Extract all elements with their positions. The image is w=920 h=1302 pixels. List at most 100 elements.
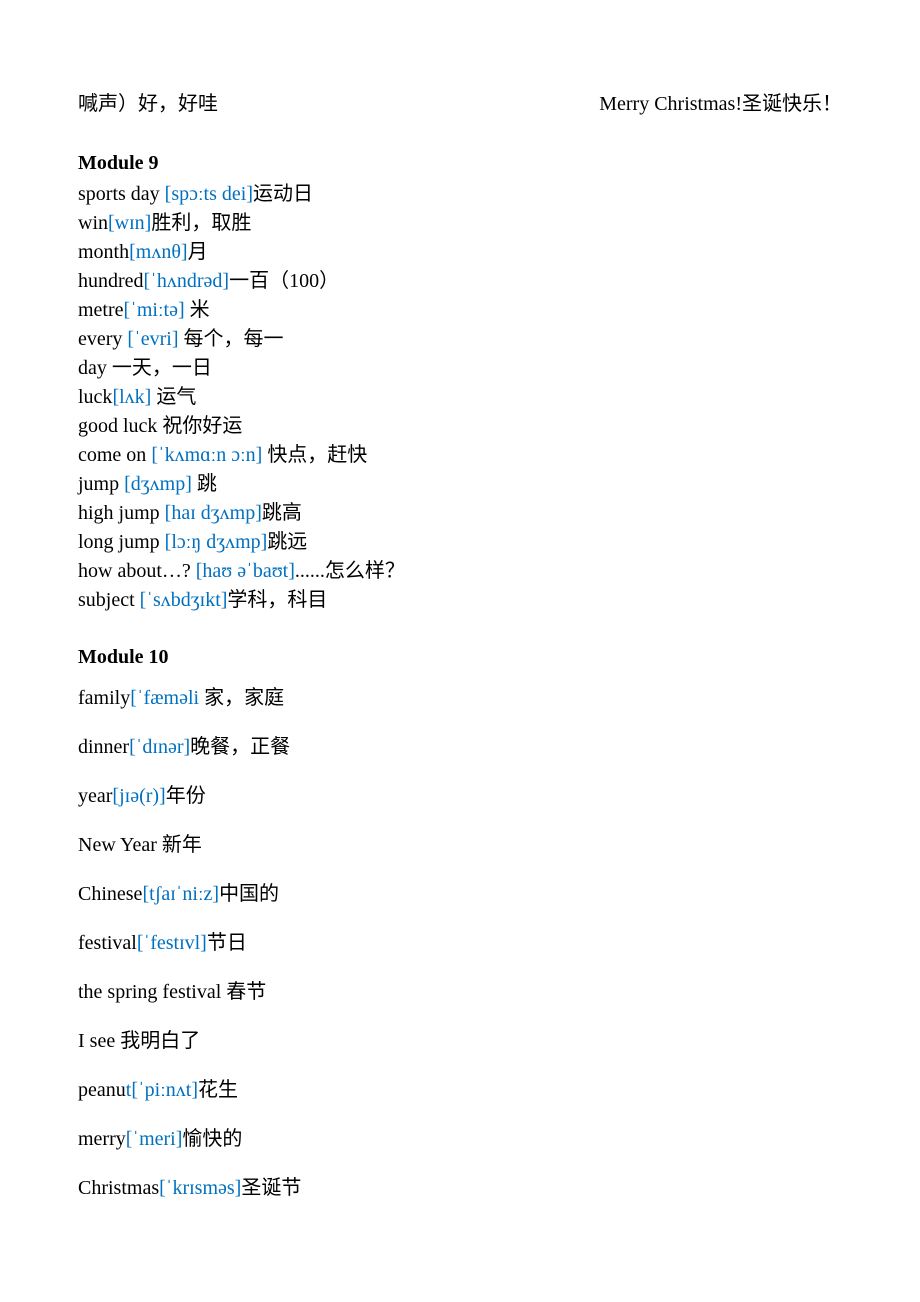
top-right-text: Merry Christmas!圣诞快乐！ <box>599 90 842 119</box>
word: come on <box>78 444 151 466</box>
phonetic: [ˈsʌbdʒɪkt] <box>140 589 228 611</box>
word: family <box>78 687 130 709</box>
phonetic: [ˈkrɪsməs] <box>159 1177 241 1199</box>
vocab-entry: jump [dʒʌmp] 跳 <box>78 470 842 499</box>
word: I see 我明白了 <box>78 1030 200 1052</box>
vocab-entry: luck[lʌk] 运气 <box>78 383 842 412</box>
definition: ......怎么样？ <box>295 560 405 582</box>
vocab-entry: Chinese[tʃaɪˈniːz]中国的 <box>78 880 842 909</box>
phonetic: [haɪ dʒʌmp] <box>165 502 262 524</box>
vocab-entry: family[ˈfæməli 家，家庭 <box>78 684 842 713</box>
word: month <box>78 241 129 263</box>
definition: 年份 <box>166 785 206 807</box>
vocab-entry: hundred[ˈhʌndrəd]一百（100） <box>78 267 842 296</box>
vocab-entry: merry[ˈmeri]愉快的 <box>78 1125 842 1154</box>
word: sports day <box>78 183 165 205</box>
word: how about…? <box>78 560 196 582</box>
vocab-entry: I see 我明白了 <box>78 1027 842 1056</box>
definition: 愉快的 <box>182 1128 242 1150</box>
definition: 月 <box>188 241 208 263</box>
vocab-entry: festival[ˈfestɪvl]节日 <box>78 929 842 958</box>
word: every <box>78 328 127 350</box>
definition: 花生 <box>198 1079 238 1101</box>
phonetic: [jɪə(r)] <box>112 785 165 807</box>
word: day 一天，一日 <box>78 357 212 379</box>
word: the spring festival 春节 <box>78 981 266 1003</box>
vocab-entry: win[wɪn]胜利，取胜 <box>78 209 842 238</box>
vocab-entry: year[jɪə(r)]年份 <box>78 782 842 811</box>
phonetic: [haʊ əˈbaʊt] <box>196 560 295 582</box>
phonetic: [wɪn] <box>108 212 151 234</box>
vocab-entry: New Year 新年 <box>78 831 842 860</box>
definition: 跳高 <box>262 502 302 524</box>
definition: 一百（100） <box>229 270 339 292</box>
definition: 中国的 <box>219 883 279 905</box>
definition: 运气 <box>151 386 196 408</box>
definition: 跳远 <box>267 531 307 553</box>
word: good luck 祝你好运 <box>78 415 242 437</box>
word: metre <box>78 299 124 321</box>
word: dinner <box>78 736 129 758</box>
vocab-entry: Christmas[ˈkrɪsməs]圣诞节 <box>78 1174 842 1203</box>
word: jump <box>78 473 124 495</box>
phonetic: [ˈfestɪvl] <box>137 932 207 954</box>
definition: 家，家庭 <box>199 687 284 709</box>
phonetic: [ˈmeri] <box>126 1128 183 1150</box>
definition: 圣诞节 <box>241 1177 301 1199</box>
phonetic: [ˈdɪnər] <box>129 736 190 758</box>
vocab-entry: dinner[ˈdɪnər]晚餐，正餐 <box>78 733 842 762</box>
definition: 运动日 <box>253 183 313 205</box>
word: long jump <box>78 531 165 553</box>
vocab-entry: long jump [lɔːŋ dʒʌmp]跳远 <box>78 528 842 557</box>
module9-list: sports day [spɔːts dei]运动日 win[wɪn]胜利，取胜… <box>78 180 842 615</box>
phonetic: [ˈkʌmɑːn ɔːn] <box>151 444 262 466</box>
word: Chinese <box>78 883 142 905</box>
top-row: 喊声）好，好哇 Merry Christmas!圣诞快乐！ <box>78 90 842 119</box>
vocab-entry: metre[ˈmiːtə] 米 <box>78 296 842 325</box>
vocab-entry: come on [ˈkʌmɑːn ɔːn] 快点，赶快 <box>78 441 842 470</box>
vocab-entry: day 一天，一日 <box>78 354 842 383</box>
phonetic: [lʌk] <box>112 386 151 408</box>
top-left-text: 喊声）好，好哇 <box>78 90 218 119</box>
definition: 节日 <box>207 932 247 954</box>
phonetic: [spɔːts dei] <box>165 183 253 205</box>
vocab-entry: sports day [spɔːts dei]运动日 <box>78 180 842 209</box>
word: peanu <box>78 1079 126 1101</box>
vocab-entry: peanut[ˈpiːnʌt]花生 <box>78 1076 842 1105</box>
phonetic: [dʒʌmp] <box>124 473 192 495</box>
module10-list: family[ˈfæməli 家，家庭 dinner[ˈdɪnər]晚餐，正餐 … <box>78 684 842 1203</box>
phonetic: t[ˈpiːnʌt] <box>126 1079 198 1101</box>
word: luck <box>78 386 112 408</box>
word: year <box>78 785 112 807</box>
phonetic: [ˈhʌndrəd] <box>144 270 230 292</box>
word: high jump <box>78 502 165 524</box>
vocab-entry: good luck 祝你好运 <box>78 412 842 441</box>
vocab-entry: high jump [haɪ dʒʌmp]跳高 <box>78 499 842 528</box>
phonetic: [tʃaɪˈniːz] <box>142 883 219 905</box>
vocab-entry: subject [ˈsʌbdʒɪkt]学科，科目 <box>78 586 842 615</box>
definition: 米 <box>185 299 210 321</box>
word: Christmas <box>78 1177 159 1199</box>
word: win <box>78 212 108 234</box>
word: merry <box>78 1128 126 1150</box>
word: subject <box>78 589 140 611</box>
phonetic: [ˈmiːtə] <box>124 299 185 321</box>
phonetic: [lɔːŋ dʒʌmp] <box>165 531 268 553</box>
definition: 每个，每一 <box>179 328 284 350</box>
vocab-entry: how about…? [haʊ əˈbaʊt]......怎么样？ <box>78 557 842 586</box>
definition: 快点，赶快 <box>262 444 367 466</box>
vocab-entry: the spring festival 春节 <box>78 978 842 1007</box>
definition: 跳 <box>192 473 217 495</box>
phonetic: [ˈfæməli <box>130 687 199 709</box>
module9-heading: Module 9 <box>78 149 842 178</box>
definition: 学科，科目 <box>227 589 327 611</box>
word: New Year 新年 <box>78 834 202 856</box>
definition: 晚餐，正餐 <box>190 736 290 758</box>
word: festival <box>78 932 137 954</box>
phonetic: [mʌnθ] <box>129 241 187 263</box>
vocab-entry: every [ˈevri] 每个，每一 <box>78 325 842 354</box>
module10-heading: Module 10 <box>78 643 842 672</box>
word: hundred <box>78 270 144 292</box>
definition: 胜利，取胜 <box>151 212 251 234</box>
phonetic: [ˈevri] <box>127 328 178 350</box>
